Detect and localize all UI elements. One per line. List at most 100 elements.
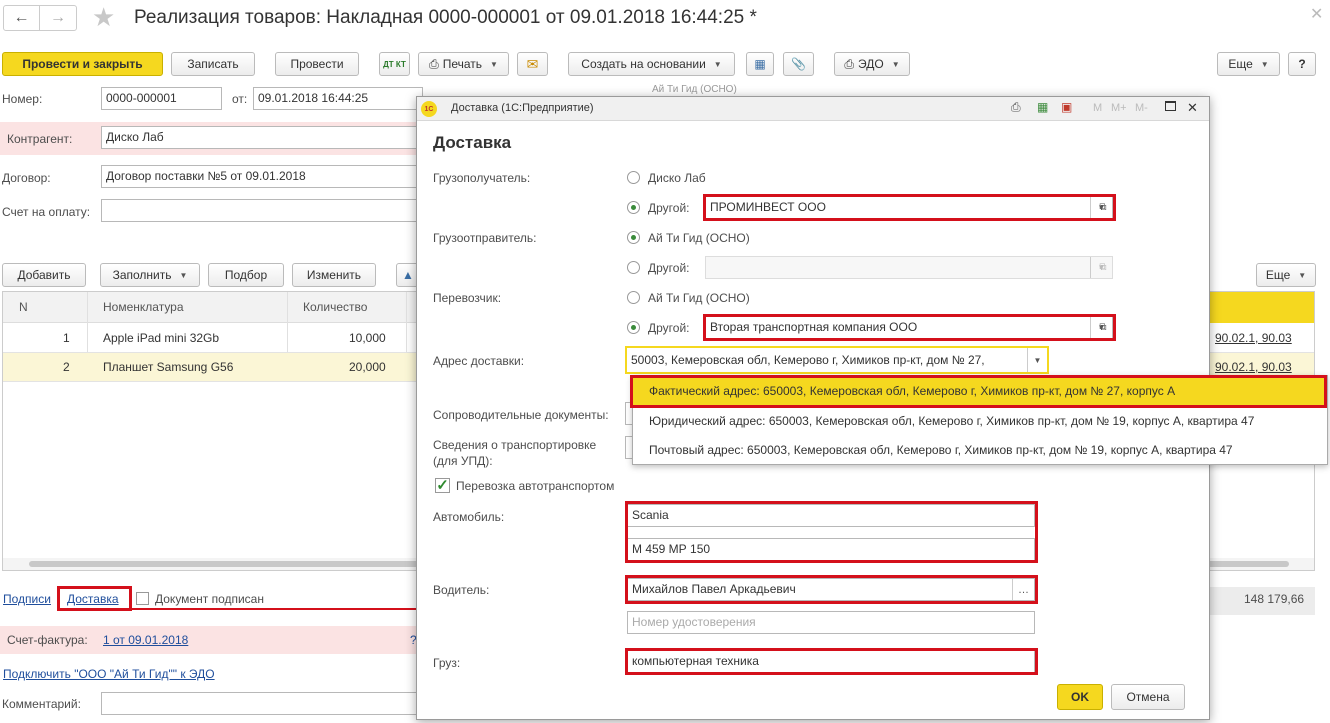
invoice-for-payment-label: Счет на оплату: — [2, 205, 91, 219]
envelope-icon: ✉ — [526, 55, 539, 72]
post-label: Провести — [290, 57, 344, 71]
open-icon[interactable]: ⧉ — [1093, 257, 1113, 278]
open-icon[interactable]: ⧉ — [1093, 317, 1113, 338]
vehicle-field[interactable]: Scania — [627, 504, 1035, 527]
change-label: Изменить — [306, 268, 362, 282]
post-button[interactable]: Провести — [275, 52, 359, 76]
maximize-icon[interactable] — [1165, 101, 1176, 111]
shipper-field[interactable]: ▼ — [705, 256, 1113, 279]
consignee-field[interactable]: ПРОМИНВЕСТ ООО ▼ — [705, 196, 1113, 219]
carrier-option-2-radio[interactable] — [627, 321, 640, 334]
create-based-on-button[interactable]: Создать на основании ▼ — [568, 52, 735, 76]
motor-transport-checkbox[interactable]: ✓ — [435, 478, 450, 493]
address-label: Адрес доставки: — [433, 354, 525, 368]
memory-m-button[interactable]: M — [1093, 102, 1102, 114]
more-button[interactable]: Еще ▼ — [1217, 52, 1280, 76]
memory-plus-button[interactable]: M+ — [1111, 102, 1127, 114]
attach-button[interactable]: 📎 — [783, 52, 814, 76]
create-based-label: Создать на основании — [581, 57, 706, 71]
calendar-icon[interactable]: ▣ — [1061, 100, 1072, 114]
comment-field[interactable] — [101, 692, 421, 715]
consignee-option-1-radio[interactable] — [627, 171, 640, 184]
fill-button[interactable]: Заполнить ▼ — [100, 263, 200, 287]
consignee-option-1-label: Диско Лаб — [648, 171, 706, 185]
structure-button[interactable]: ▦ — [746, 52, 774, 76]
dtkt-button[interactable]: ДТ КТ — [379, 52, 410, 76]
invoice-link[interactable]: 1 от 09.01.2018 — [103, 633, 188, 647]
cargo-field[interactable]: компьютерная техника — [627, 650, 1035, 673]
consignee-option-2-radio[interactable] — [627, 201, 640, 214]
driver-value: Михайлов Павел Аркадьевич — [632, 582, 796, 596]
carrier-field[interactable]: Вторая транспортная компания ООО ▼ — [705, 316, 1113, 339]
license-number-field[interactable]: Номер удостоверения — [627, 611, 1035, 634]
post-and-close-button[interactable]: Провести и закрыть — [2, 52, 163, 76]
select-items-button[interactable]: Подбор — [208, 263, 284, 287]
print-icon[interactable]: ⎙ — [1011, 100, 1021, 115]
connect-edo-link[interactable]: Подключить "ООО "Ай Ти Гид"" к ЭДО — [3, 667, 215, 681]
date-field[interactable]: 09.01.2018 16:44:25 — [253, 87, 423, 110]
nav-buttons: ← → — [3, 5, 77, 31]
accounts-column-header — [1210, 292, 1314, 323]
add-row-button[interactable]: Добавить — [2, 263, 86, 287]
shipper-option-2-radio[interactable] — [627, 261, 640, 274]
memory-minus-button[interactable]: M- — [1135, 102, 1148, 114]
select-ellipsis-button[interactable]: … — [1012, 579, 1034, 600]
organization-field[interactable]: Ай Ти Гид (ОСНО) — [648, 84, 898, 96]
print-button[interactable]: ⎙ Печать ▼ — [418, 52, 509, 76]
address-option[interactable]: Юридический адрес: 650003, Кемеровская о… — [633, 407, 1327, 436]
ok-button[interactable]: OK — [1057, 684, 1103, 710]
favorite-star-icon[interactable]: ★ — [92, 2, 115, 33]
doc-signed-checkbox[interactable] — [136, 592, 149, 605]
column-header-n[interactable]: N — [19, 292, 28, 323]
column-header-qty[interactable]: Количество — [303, 292, 367, 323]
contract-field[interactable]: Договор поставки №5 от 09.01.2018 — [101, 165, 421, 188]
change-button[interactable]: Изменить — [292, 263, 376, 287]
select-items-label: Подбор — [224, 268, 268, 282]
signatures-link[interactable]: Подписи — [3, 592, 51, 606]
driver-field[interactable]: Михайлов Павел Аркадьевич … — [627, 578, 1035, 601]
carrier-option-1-label: Ай Ти Гид (ОСНО) — [648, 291, 750, 305]
row-qty: 10,000 — [349, 331, 386, 345]
dialog-titlebar: 1C Доставка (1С:Предприятие) ⎙ ▦ ▣ M M+ … — [417, 97, 1209, 121]
close-icon[interactable]: ✕ — [1310, 4, 1323, 24]
doc-signed-label: Документ подписан — [155, 592, 264, 606]
row-qty: 20,000 — [349, 360, 386, 374]
edo-button[interactable]: ⎙ ЭДО ▼ — [834, 52, 910, 76]
back-icon[interactable]: ← — [4, 6, 41, 30]
address-field[interactable]: 50003, Кемеровская обл, Кемерово г, Хими… — [625, 346, 1049, 374]
table-more-button[interactable]: Еще ▼ — [1256, 263, 1316, 287]
fill-label: Заполнить — [112, 268, 172, 282]
invoice-for-payment-field[interactable] — [101, 199, 421, 222]
carrier-option-2-label: Другой: — [648, 321, 690, 335]
save-button[interactable]: Записать — [171, 52, 255, 76]
email-button[interactable]: ✉ — [517, 52, 548, 76]
more-label: Еще — [1228, 57, 1253, 71]
row-accounts[interactable]: 90.02.1, 90.03 — [1215, 324, 1292, 353]
number-field[interactable]: 0000-000001 — [101, 87, 222, 110]
dtkt-icon: ДТ КТ — [383, 59, 406, 69]
accompanying-docs-label: Сопроводительные документы: — [433, 408, 609, 422]
cancel-button[interactable]: Отмена — [1111, 684, 1185, 710]
carrier-option-1-radio[interactable] — [627, 291, 640, 304]
vehicle-plate-field[interactable]: М 459 МР 150 — [627, 538, 1035, 561]
close-dialog-icon[interactable]: ✕ — [1187, 100, 1198, 116]
spreadsheet-icon[interactable]: ▦ — [1037, 100, 1048, 114]
window-title: Реализация товаров: Накладная 0000-00000… — [134, 7, 757, 28]
row-item: Планшет Samsung G56 — [103, 360, 234, 374]
address-option[interactable]: Почтовый адрес: 650003, Кемеровская обл,… — [633, 436, 1327, 465]
forward-icon[interactable]: → — [40, 6, 76, 30]
shipper-option-2-label: Другой: — [648, 261, 690, 275]
driver-label: Водитель: — [433, 583, 490, 597]
shipper-option-1-radio[interactable] — [627, 231, 640, 244]
chevron-down-icon[interactable]: ▼ — [1027, 348, 1047, 372]
delivery-link[interactable]: Доставка — [67, 592, 119, 606]
column-header-item[interactable]: Номенклатура — [103, 292, 184, 323]
carrier-value: Вторая транспортная компания ООО — [710, 320, 918, 334]
open-icon[interactable]: ⧉ — [1093, 197, 1113, 218]
dialog-window-title: Доставка (1С:Предприятие) — [451, 102, 594, 114]
print-label: Печать — [442, 57, 482, 71]
help-button[interactable]: ? — [1288, 52, 1316, 76]
edo-icon: ⎙ — [844, 56, 854, 71]
counterparty-field[interactable]: Диско Лаб — [101, 126, 421, 149]
address-option[interactable]: Фактический адрес: 650003, Кемеровская о… — [633, 376, 1327, 407]
